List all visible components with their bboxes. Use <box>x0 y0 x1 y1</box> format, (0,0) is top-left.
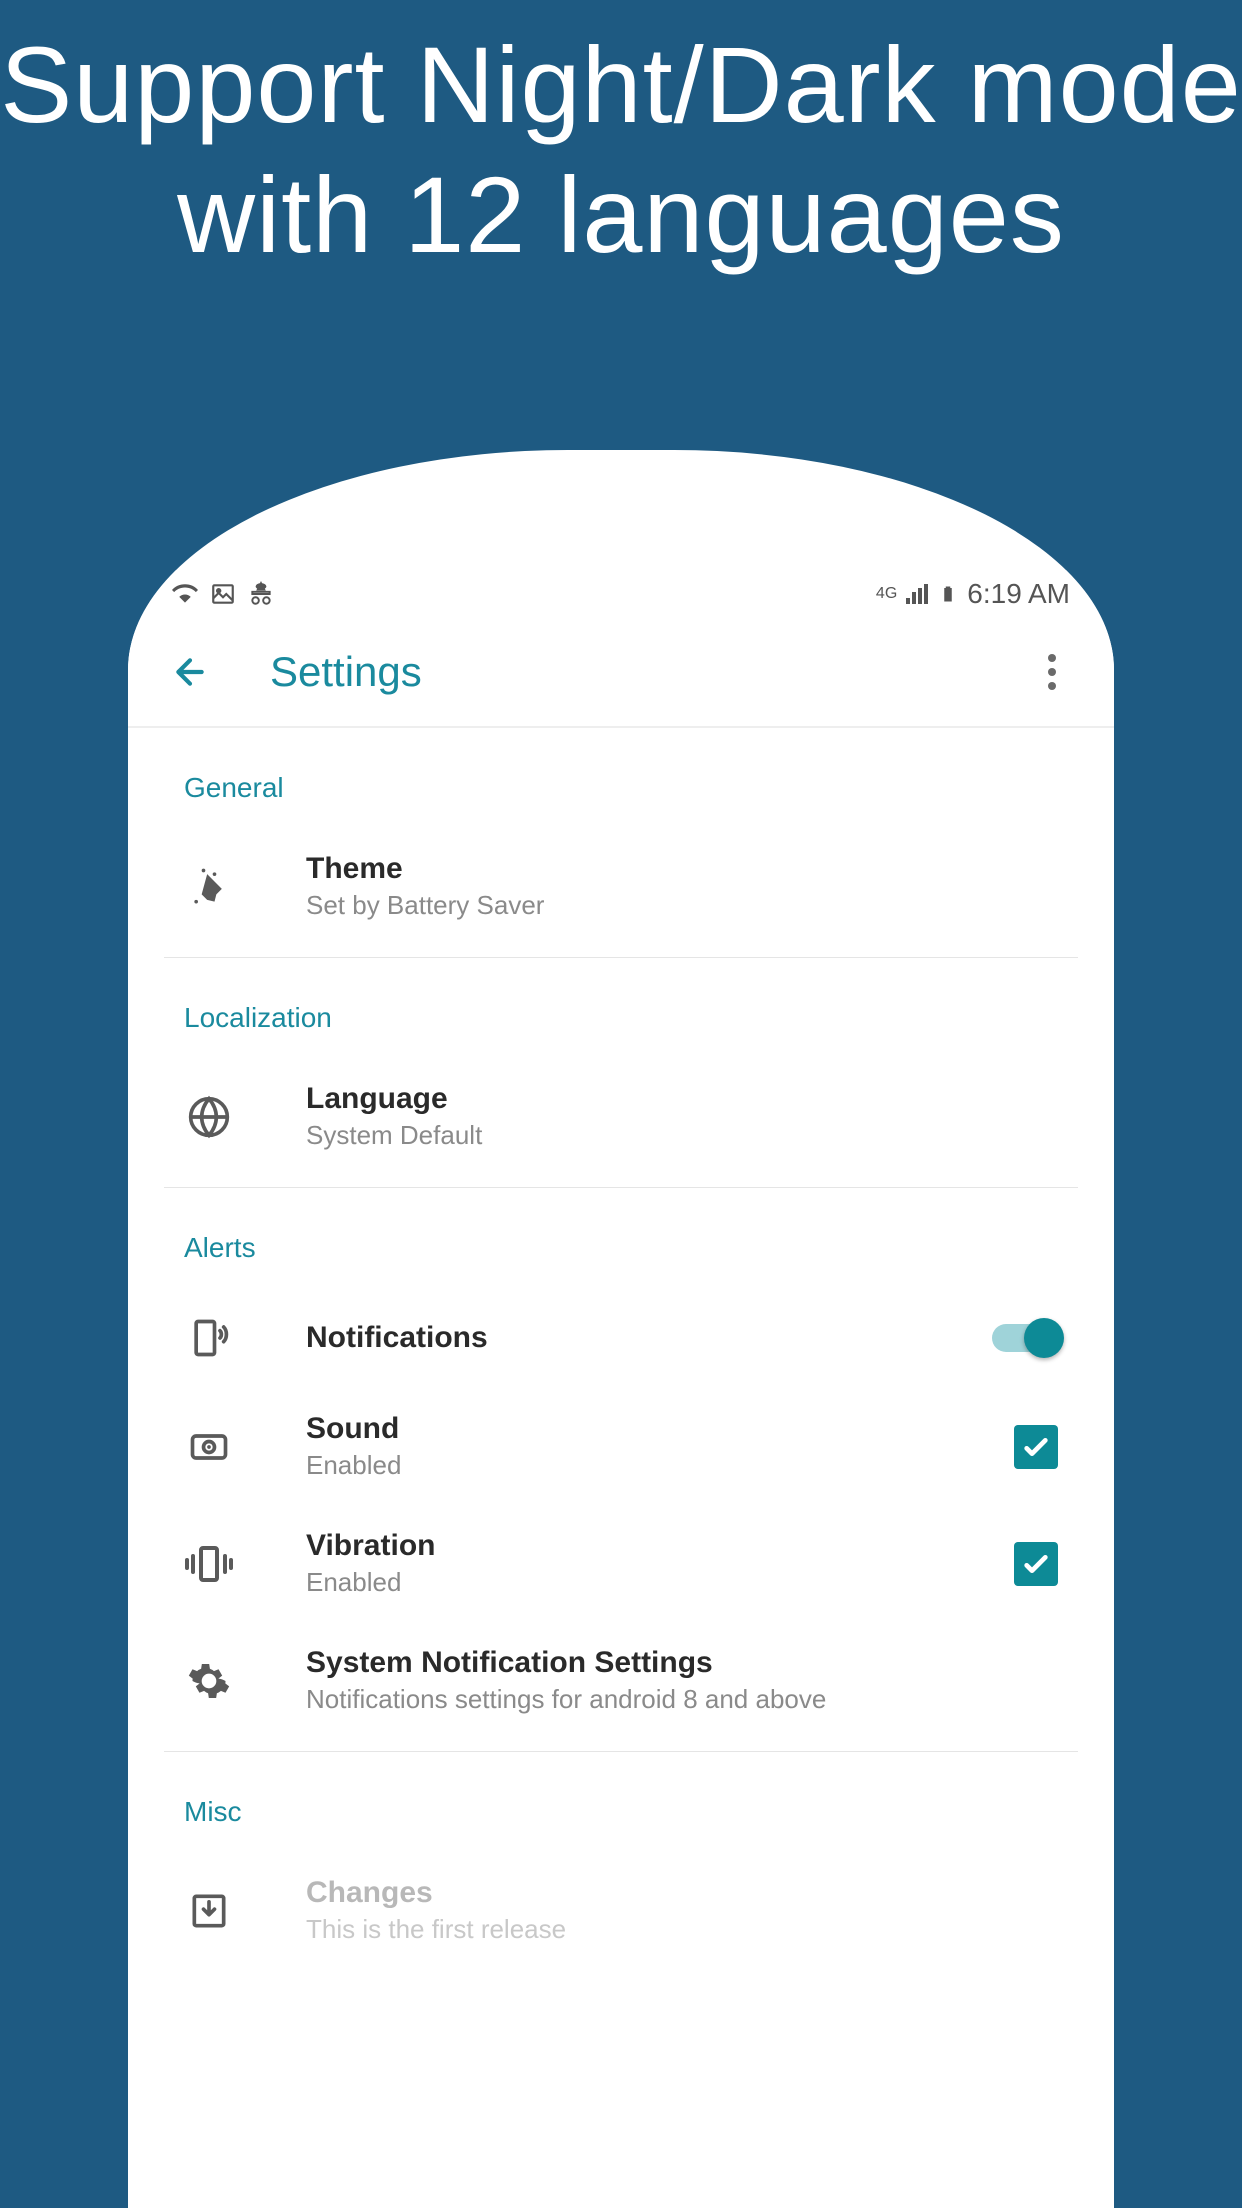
setting-changes[interactable]: Changes This is the first release <box>128 1852 1114 1969</box>
setting-subtitle: Enabled <box>306 1567 1014 1598</box>
setting-vibration[interactable]: Vibration Enabled <box>128 1505 1114 1622</box>
network-type: 4G <box>876 585 897 603</box>
setting-title: Theme <box>306 852 1058 886</box>
setting-language[interactable]: Language System Default <box>128 1058 1114 1175</box>
overflow-menu-button[interactable] <box>1030 654 1074 690</box>
section-header-misc: Misc <box>128 1752 1114 1852</box>
phone-ring-icon <box>184 1313 234 1363</box>
status-bar: 4G 6:19 AM <box>128 570 1114 618</box>
setting-system-notifications[interactable]: System Notification Settings Notificatio… <box>128 1622 1114 1739</box>
notifications-toggle[interactable] <box>992 1324 1058 1352</box>
picture-icon <box>210 581 236 607</box>
vibration-checkbox[interactable] <box>1014 1542 1058 1586</box>
settings-list: General Theme Set by Battery Saver Local… <box>128 728 1114 1969</box>
setting-title: System Notification Settings <box>306 1646 1058 1680</box>
setting-title: Notifications <box>306 1321 992 1355</box>
setting-title: Changes <box>306 1876 1058 1910</box>
setting-subtitle: Notifications settings for android 8 and… <box>306 1684 1058 1715</box>
wifi-calling-icon <box>172 581 198 607</box>
globe-icon <box>184 1092 234 1142</box>
phone-screen: 4G 6:19 AM Settings <box>128 570 1114 2208</box>
clock: 6:19 AM <box>967 578 1070 610</box>
status-right: 4G 6:19 AM <box>876 578 1070 610</box>
setting-theme[interactable]: Theme Set by Battery Saver <box>128 828 1114 945</box>
section-header-alerts: Alerts <box>128 1188 1114 1288</box>
signal-icon <box>903 581 929 607</box>
section-header-general: General <box>128 728 1114 828</box>
page-title: Settings <box>270 648 422 696</box>
setting-title: Vibration <box>306 1529 1014 1563</box>
section-header-localization: Localization <box>128 958 1114 1058</box>
gear-icon <box>184 1656 234 1706</box>
incognito-icon <box>248 581 274 607</box>
battery-icon <box>935 581 961 607</box>
status-left <box>172 581 274 607</box>
setting-subtitle: System Default <box>306 1120 1058 1151</box>
setting-title: Language <box>306 1082 1058 1116</box>
app-bar: Settings <box>128 618 1114 728</box>
back-button[interactable] <box>168 650 212 694</box>
setting-subtitle: Enabled <box>306 1450 1014 1481</box>
sound-checkbox[interactable] <box>1014 1425 1058 1469</box>
theme-icon <box>184 862 234 912</box>
setting-notifications[interactable]: Notifications <box>128 1288 1114 1388</box>
setting-subtitle: This is the first release <box>306 1914 1058 1945</box>
setting-sound[interactable]: Sound Enabled <box>128 1388 1114 1505</box>
promo-title: Support Night/Dark mode with 12 language… <box>0 0 1242 279</box>
vibration-icon <box>184 1539 234 1589</box>
download-icon <box>184 1886 234 1936</box>
phone-frame: 4G 6:19 AM Settings <box>128 450 1114 2208</box>
speaker-icon <box>184 1422 234 1472</box>
setting-title: Sound <box>306 1412 1014 1446</box>
setting-subtitle: Set by Battery Saver <box>306 890 1058 921</box>
